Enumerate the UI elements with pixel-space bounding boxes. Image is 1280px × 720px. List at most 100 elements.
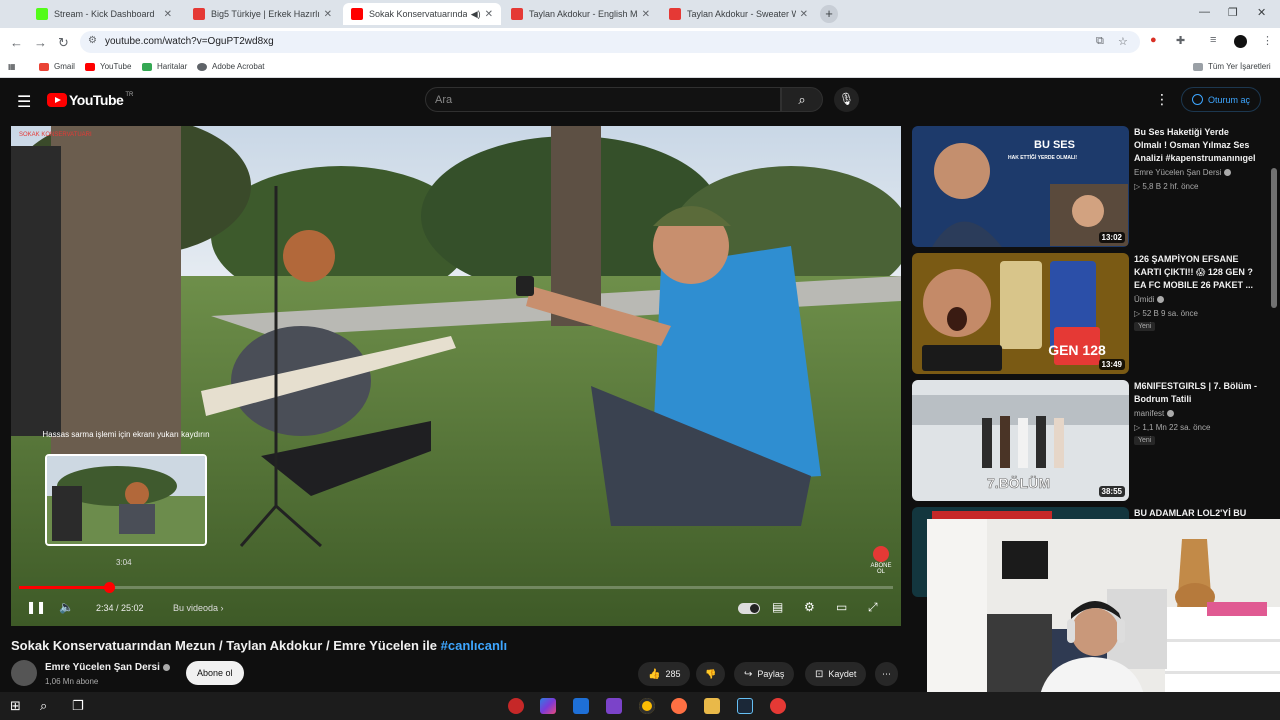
browser-tab[interactable]: Taylan Akdokur - Sweater Wea ✕ [661,3,816,25]
youtube-icon [669,8,681,20]
reload-icon[interactable]: ↻ [58,35,69,51]
visual-studio-icon[interactable] [606,698,622,714]
subscribe-button[interactable]: Abone ol [186,661,244,685]
recommendation-title[interactable]: M6NIFESTGIRLS | 7. Bölüm - Bodrum Tatili [1134,380,1258,406]
search-icon[interactable]: ⌕ [40,698,47,714]
bookmark-label: Haritalar [157,62,188,71]
microphone-icon: 🎙 [838,92,855,106]
thumbnail-text: 7.BÖLÜM [987,475,1050,491]
more-actions-button[interactable]: ⋯ [875,662,898,686]
video-thumbnail[interactable]: GEN 128 13:49 [912,253,1129,374]
recommendation-item[interactable]: 7.BÖLÜM 38:55 M6NIFESTGIRLS | 7. Bölüm -… [912,380,1262,502]
speaker-icon[interactable]: ◀) [471,9,481,20]
close-window-icon[interactable]: ✕ [1257,6,1266,19]
bookmark-label: Adobe Acrobat [212,62,265,71]
share-button[interactable]: ↪ Paylaş [734,662,795,686]
site-icon [193,8,205,20]
search-input[interactable]: Ara [425,87,781,112]
verified-icon [1224,169,1232,176]
close-icon[interactable]: ✕ [324,9,332,20]
browser-tab-active[interactable]: Sokak Konservatuarından M ◀) ✕ [343,3,501,25]
bookmark-gmail[interactable]: Gmail [39,62,75,71]
back-icon[interactable]: ← [10,35,23,50]
voice-search-button[interactable]: 🎙 [834,87,859,112]
url-text[interactable]: youtube.com/watch?v=OguPT2wd8xg [105,36,274,47]
close-icon[interactable]: ✕ [164,9,172,20]
video-thumbnail[interactable]: BU SES HAK ETTİĞİ YERDE OLMALI! 13:02 [912,126,1129,247]
channel-avatar[interactable] [11,660,37,686]
hamburger-menu-icon[interactable]: ☰ [17,92,31,112]
tab-title: Stream - Kick Dashboard [54,9,155,19]
extension-icon[interactable]: ● [1150,34,1157,46]
task-view-icon[interactable]: ❐ [72,698,84,714]
save-button[interactable]: ⊡ Kaydet [805,662,867,686]
sign-in-button[interactable]: Oturum aç [1181,87,1262,112]
menu-icon[interactable]: ⋮ [1262,34,1273,47]
recommendation-title[interactable]: 126 ŞAMPİYON EFSANE KARTI ÇIKTI!! 😱 128 … [1134,253,1258,292]
fullscreen-icon[interactable]: ⤢ [868,600,878,615]
bookmarks-bar: ▦ Gmail YouTube Haritalar Adobe Acrobat … [0,56,1280,78]
progress-bar[interactable] [19,582,893,593]
theater-mode-icon[interactable]: ▭ [836,600,847,614]
minimize-icon[interactable]: — [1199,6,1210,18]
file-explorer-icon[interactable] [704,698,720,714]
browser-tab[interactable]: Stream - Kick Dashboard ✕ [28,3,180,25]
browser-tab[interactable]: Big5 Türkiye | Erkek Hazırlık Se ✕ [185,3,340,25]
hashtag-link[interactable]: #canlıcanlı [441,638,507,653]
forward-icon[interactable]: → [34,35,47,50]
bookmark-youtube[interactable]: YouTube [85,62,131,71]
star-icon[interactable]: ☆ [1118,35,1128,48]
page-scrollbar[interactable] [1271,168,1277,308]
autoplay-toggle[interactable] [738,603,760,614]
puzzle-icon[interactable]: ✚ [1176,34,1185,47]
recommendation-item[interactable]: BU SES HAK ETTİĞİ YERDE OLMALI! 13:02 Bu… [912,126,1262,248]
close-icon[interactable]: ✕ [485,9,493,20]
bookmark-acrobat[interactable]: Adobe Acrobat [197,62,264,71]
youtube-play-icon [47,93,67,107]
chrome-icon[interactable] [639,698,655,714]
chapter-button[interactable]: Bu videoda › [173,603,224,613]
captions-icon[interactable]: ▤ [772,600,783,614]
pause-icon[interactable]: ❚❚ [26,600,46,614]
browser-tab[interactable]: Taylan Akdokur - English Man ✕ [503,3,658,25]
video-thumbnail[interactable]: 7.BÖLÜM 38:55 [912,380,1129,501]
address-bar[interactable]: ⚙ youtube.com/watch?v=OguPT2wd8xg ⧉ ☆ [80,31,1140,53]
site-info-icon[interactable]: ⚙ [88,35,97,46]
install-icon[interactable]: ⧉ [1096,35,1104,48]
volume-icon[interactable]: 🔈 [59,600,74,614]
progress-scrubber[interactable] [104,582,116,593]
verified-icon [1157,296,1165,303]
obs-icon[interactable] [770,698,786,714]
all-bookmarks[interactable]: Tüm Yer İşaretleri [1193,62,1271,71]
restore-icon[interactable]: ❐ [1228,6,1238,19]
recommendation-item[interactable]: GEN 128 13:49 126 ŞAMPİYON EFSANE KARTI … [912,253,1262,375]
mail-icon[interactable] [573,698,589,714]
apps-icon[interactable]: ▦ [8,62,16,71]
bookmark-maps[interactable]: Haritalar [142,62,187,71]
subscribe-badge[interactable]: ABONE OL [869,546,893,575]
windows-start-icon[interactable]: ⊞ [10,698,21,714]
recommendation-title[interactable]: Bu Ses Haketiği Yerde Olmalı ! Osman Yıl… [1134,126,1258,165]
copilot-icon[interactable] [540,698,556,714]
new-tab-button[interactable]: + [820,5,838,23]
dislike-button[interactable]: 👎 [696,662,726,686]
close-icon[interactable]: ✕ [642,9,650,20]
tab-title: Taylan Akdokur - English Man [529,9,638,19]
settings-menu-icon[interactable]: ⋮ [1155,91,1169,108]
steam-icon[interactable] [737,698,753,714]
video-player[interactable]: SOKAK KONSERVATUARI ABONE OL Hassas sarm… [11,126,901,626]
opera-icon[interactable] [508,698,524,714]
media-icon[interactable]: ≡ [1210,34,1216,46]
channel-name[interactable]: Emre Yücelen Şan Dersi [45,662,170,673]
tab-title: Big5 Türkiye | Erkek Hazırlık Se [211,9,320,19]
precise-seek-tip: Hassas sarma işlemi için ekranı yukarı k… [42,430,210,439]
recommendation-channel: Emre Yücelen Şan Dersi [1134,168,1232,177]
profile-avatar[interactable] [1234,35,1247,48]
globe-icon [197,62,207,71]
youtube-logo[interactable]: YouTube TR [47,92,133,108]
like-button[interactable]: 👍 285 [638,662,691,686]
app-icon[interactable] [671,698,687,714]
gear-icon[interactable]: ⚙ [804,600,815,614]
close-icon[interactable]: ✕ [800,9,808,20]
search-button[interactable]: ⌕ [781,87,823,112]
